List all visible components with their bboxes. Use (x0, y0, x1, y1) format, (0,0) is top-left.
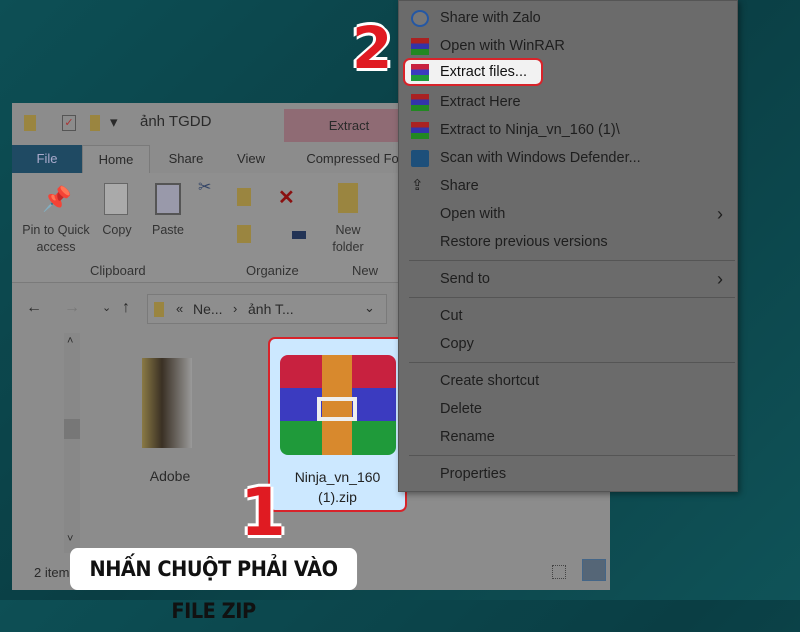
scroll-down-icon[interactable]: ˅ (67, 533, 73, 545)
menu-label: Restore previous versions (440, 234, 608, 250)
group-organize: Organize (246, 263, 299, 278)
copy-icon (104, 183, 128, 215)
back-icon[interactable]: ← (26, 299, 42, 317)
menu-label: Extract files... (440, 64, 528, 80)
winrar-icon (411, 94, 429, 111)
paste-icon (155, 183, 181, 215)
menu-label: Share with Zalo (440, 10, 541, 26)
zalo-icon (411, 10, 429, 27)
paste-button[interactable]: Paste (146, 222, 190, 239)
forward-icon[interactable]: → (64, 299, 80, 317)
menu-create-shortcut[interactable]: Create shortcut (399, 367, 737, 395)
menu-label: Cut (440, 308, 463, 324)
pin-icon: 📌 (42, 186, 72, 213)
menu-label: Rename (440, 429, 495, 445)
breadcrumb-separator-icon: › (233, 301, 238, 316)
tab-home[interactable]: Home (82, 145, 150, 173)
tab-view[interactable]: View (222, 145, 280, 173)
instruction-caption: NHẤN CHUỘT PHẢI VÀO FILE ZIP (70, 548, 358, 623)
menu-label: Share (440, 178, 479, 194)
tab-extract-context[interactable]: Extract (284, 109, 414, 142)
breadcrumb-part[interactable]: Ne... (193, 301, 223, 317)
menu-open-with[interactable]: Open with › (399, 200, 737, 228)
menu-open-with-winrar[interactable]: Open with WinRAR (399, 32, 737, 60)
breadcrumb-part[interactable]: ảnh T... (248, 301, 294, 317)
menu-label: Delete (440, 401, 482, 417)
step-1-badge: 1 (240, 474, 286, 551)
winrar-icon (411, 64, 429, 81)
new-folder-button[interactable]: New folder (324, 222, 372, 256)
scroll-up-icon[interactable]: ˄ (67, 335, 73, 347)
large-icons-view-icon[interactable] (582, 559, 606, 581)
menu-extract-to-folder[interactable]: Extract to Ninja_vn_160 (1)\ (399, 116, 737, 144)
folder-icon (24, 115, 36, 131)
rename-icon[interactable] (292, 231, 306, 239)
menu-extract-here[interactable]: Extract Here (399, 88, 737, 116)
address-bar[interactable]: « Ne... › ảnh T... ⌄ (147, 294, 387, 324)
delete-icon[interactable]: ✕ (278, 185, 295, 210)
menu-label: Properties (440, 466, 507, 482)
step-2-badge: 2 (352, 14, 393, 82)
menu-delete[interactable]: Delete (399, 395, 737, 423)
group-clipboard: Clipboard (90, 263, 146, 278)
properties-icon[interactable]: ✓ (62, 115, 76, 131)
menu-send-to[interactable]: Send to › (399, 265, 737, 293)
menu-separator (409, 455, 735, 456)
file-name: Ninja_vn_160 (1).zip (294, 469, 381, 505)
cut-icon[interactable]: ✂ (198, 177, 211, 197)
menu-label: Extract Here (440, 94, 521, 110)
winrar-icon (411, 38, 429, 55)
tab-share[interactable]: Share (152, 145, 220, 173)
menu-rename[interactable]: Rename (399, 423, 737, 451)
details-view-icon[interactable] (552, 565, 566, 579)
up-icon[interactable]: ↑ (122, 299, 130, 317)
group-new: New (352, 263, 379, 278)
winrar-archive-icon (280, 355, 396, 455)
status-item-count: 2 item (34, 565, 70, 580)
file-name: Adobe (149, 468, 191, 484)
menu-label: Send to (440, 271, 490, 287)
file-item-adobe[interactable]: Adobe (132, 358, 202, 484)
window-title: ảnh TGDD (140, 113, 212, 130)
folder-icon (142, 358, 192, 448)
menu-share[interactable]: ⇪ Share (399, 172, 737, 200)
copy-to-icon[interactable] (237, 225, 251, 243)
overflow-icon: « (176, 301, 184, 316)
menu-copy[interactable]: Copy (399, 330, 737, 358)
menu-scan-defender[interactable]: Scan with Windows Defender... (399, 144, 737, 172)
menu-share-with-zalo[interactable]: Share with Zalo (399, 4, 737, 32)
copy-button[interactable]: Copy (97, 222, 137, 239)
selected-file-zip[interactable]: Ninja_vn_160 (1).zip (268, 337, 407, 512)
tab-file[interactable]: File (12, 145, 82, 173)
menu-separator (409, 260, 735, 261)
folder-icon (154, 302, 164, 317)
chevron-down-icon[interactable]: ⌄ (364, 300, 375, 316)
menu-label: Create shortcut (440, 373, 540, 389)
menu-separator (409, 297, 735, 298)
menu-label: Copy (440, 336, 474, 352)
menu-properties[interactable]: Properties (399, 460, 737, 488)
menu-cut[interactable]: Cut (399, 302, 737, 330)
move-to-icon[interactable] (237, 188, 251, 206)
chevron-right-icon: › (717, 269, 723, 289)
scrollbar[interactable]: ˄ ˅ (64, 333, 80, 553)
menu-separator (409, 362, 735, 363)
menu-label: Open with (440, 206, 506, 222)
highlight-extract-files[interactable]: Extract files... (403, 58, 543, 86)
share-icon: ⇪ (411, 177, 424, 194)
menu-label: Open with WinRAR (440, 38, 565, 54)
recent-chevron-icon[interactable]: ⌄ (102, 301, 111, 314)
shield-icon (411, 150, 429, 167)
winrar-icon (411, 122, 429, 139)
customize-toolbar-icon[interactable]: ▾ (110, 113, 118, 131)
menu-label: Extract to Ninja_vn_160 (1)\ (440, 122, 620, 138)
new-folder-big-icon (338, 183, 358, 213)
menu-restore-previous-versions[interactable]: Restore previous versions (399, 228, 737, 256)
new-folder-icon[interactable] (90, 115, 100, 131)
scroll-thumb[interactable] (64, 419, 80, 439)
menu-label: Scan with Windows Defender... (440, 150, 641, 166)
pin-to-quick-access-button[interactable]: Pin to Quick access (16, 222, 96, 256)
tab-compressed-folder-tools[interactable]: Compressed Fol (294, 145, 414, 173)
chevron-right-icon: › (717, 204, 723, 224)
